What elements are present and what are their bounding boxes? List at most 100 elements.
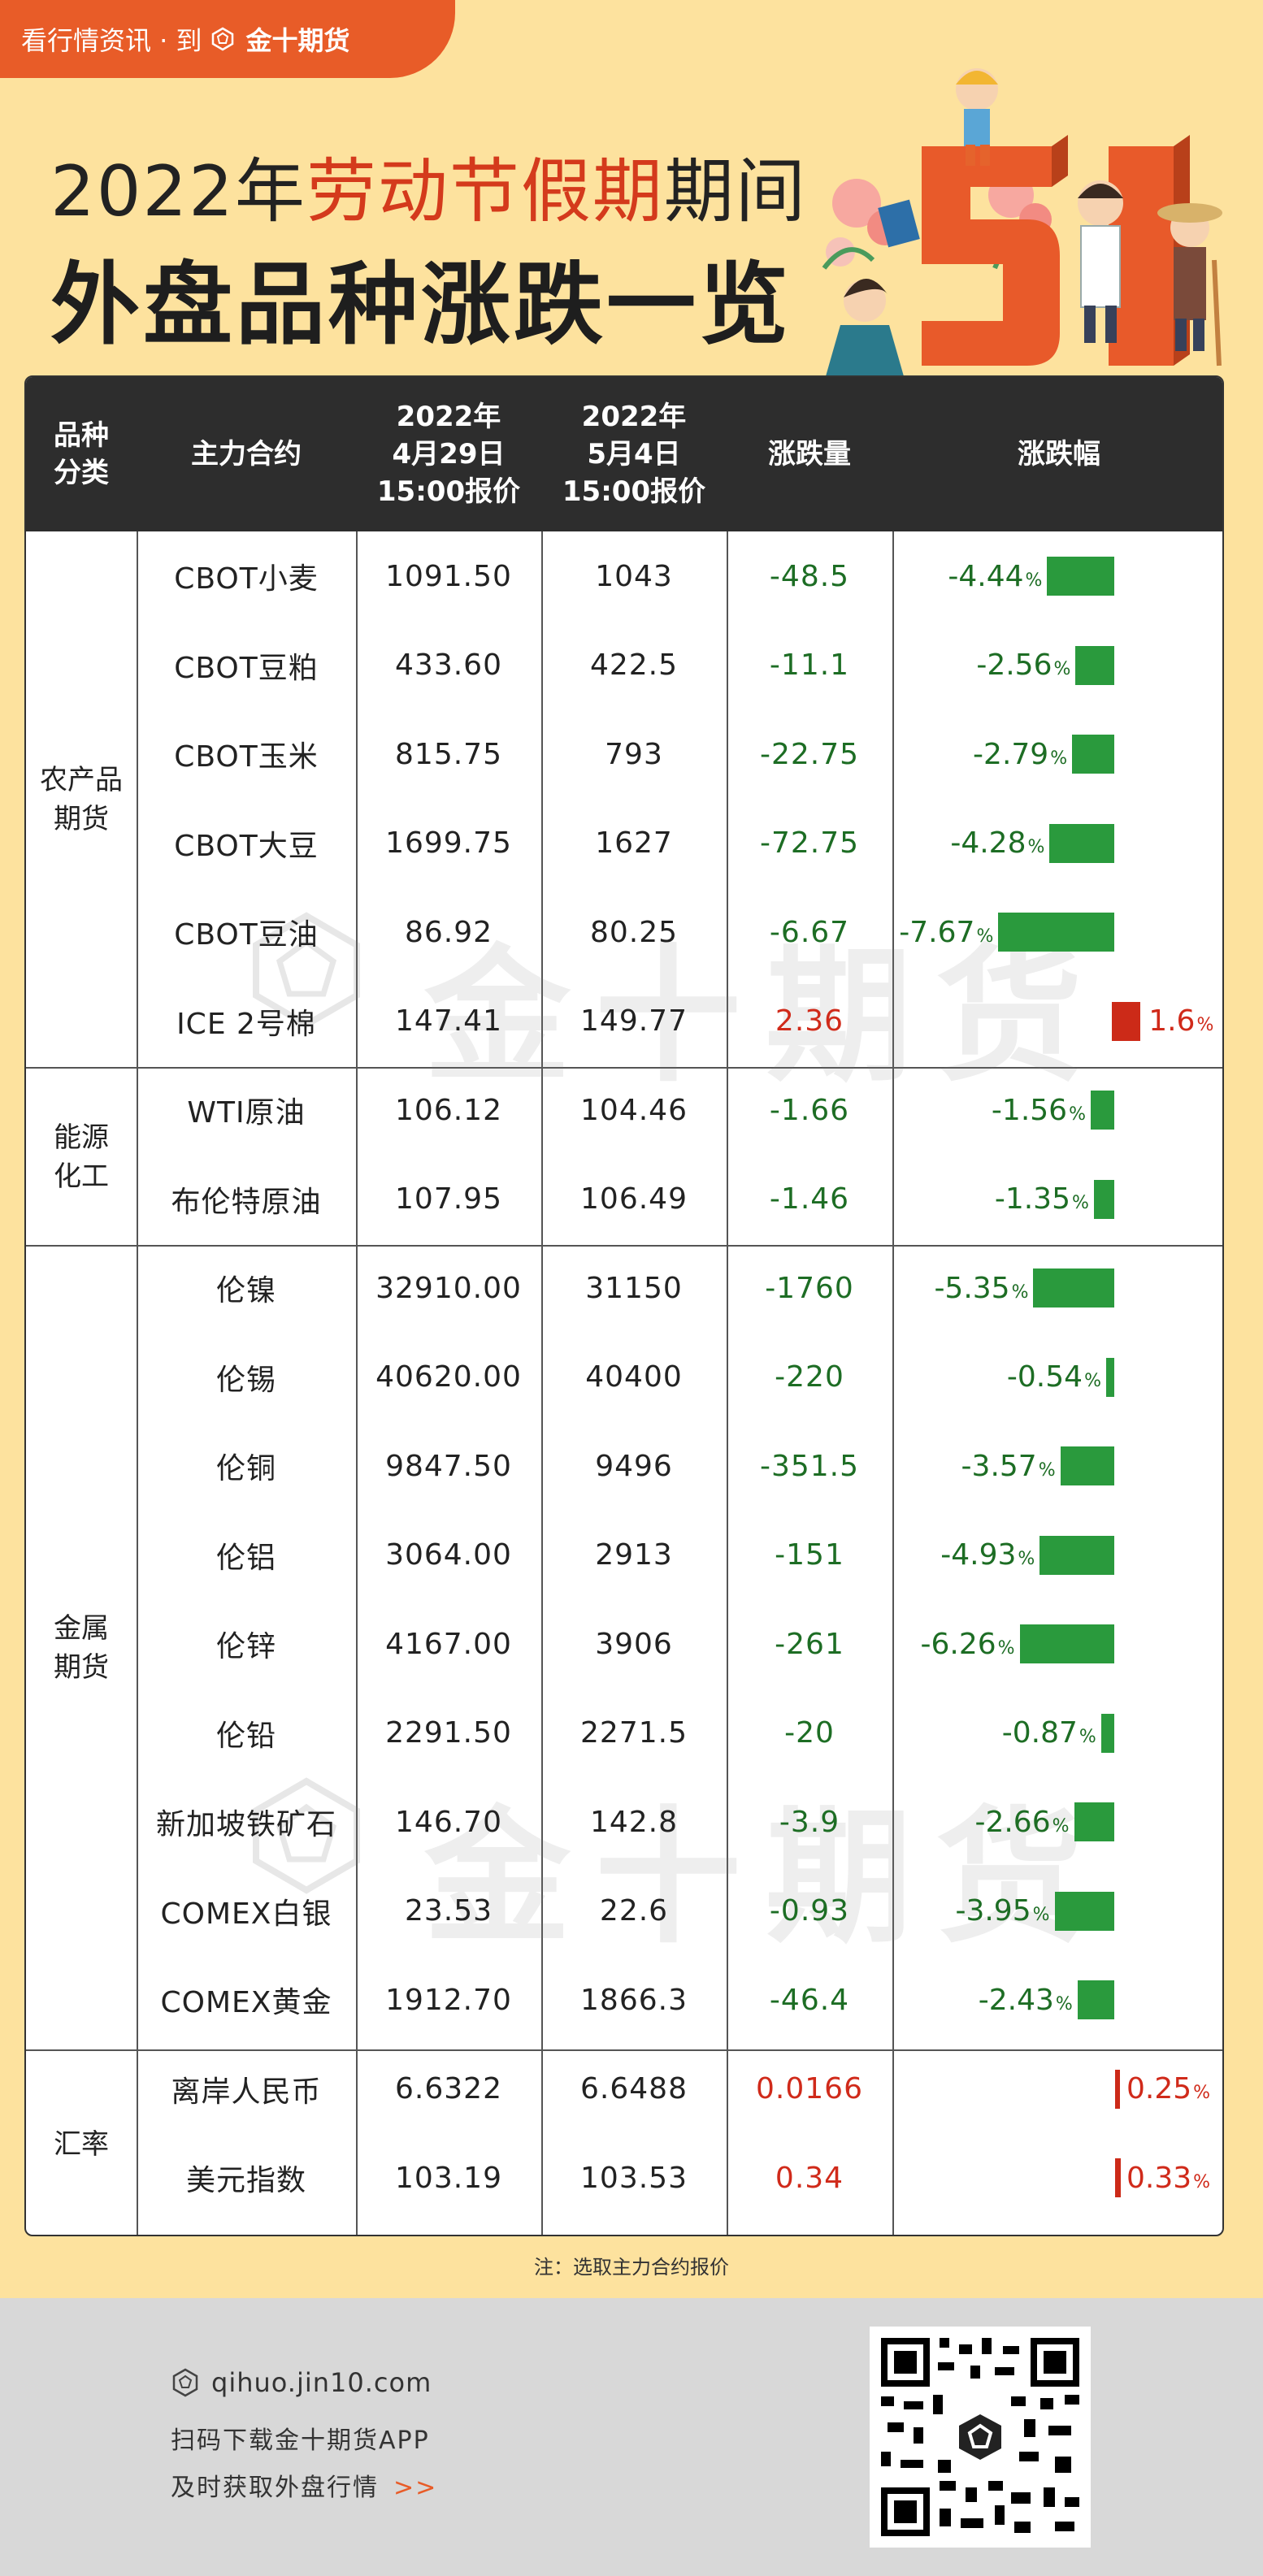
change-pct-bar [1075, 645, 1114, 685]
contract-name: CBOT玉米 [174, 740, 319, 774]
contract-name: COMEX黄金 [160, 1986, 332, 2019]
contract-name: CBOT豆油 [174, 918, 319, 952]
qr-code[interactable] [870, 2327, 1091, 2548]
change-pct-cell: -2.66% [897, 1777, 1222, 1867]
jin10-logo-icon [172, 2368, 198, 2397]
price-may4: 9496 [595, 1449, 673, 1483]
change-amount: -20 [784, 1716, 835, 1750]
table-row: 伦镍 32910.00 31150 -1760 -5.35% [26, 1243, 1222, 1333]
change-pct-cell: -4.44% [897, 531, 1222, 621]
header-price-apr29: 2022年 4月29日 15:00报价 [376, 401, 521, 508]
price-apr29: 2291.50 [385, 1716, 512, 1750]
change-pct-cell: -4.28% [897, 799, 1222, 888]
change-pct-bar [1105, 1357, 1114, 1397]
header-price-may4: 2022年 5月4日 15:00报价 [562, 401, 706, 508]
pct-value: -7.67 [899, 915, 975, 949]
pct-value: -1.56 [991, 1093, 1068, 1127]
quote-table: 品种 分类 主力合约 2022年 4月29日 15:00报价 2022年 5月4… [24, 375, 1224, 2236]
price-apr29: 1699.75 [385, 826, 512, 860]
pct-unit: % [1053, 659, 1071, 679]
contract-name: 伦铝 [215, 1541, 276, 1575]
pct-value: 0.33 [1126, 2161, 1192, 2195]
header-category: 品种 分类 [54, 419, 109, 489]
pct-value: -2.66 [974, 1805, 1051, 1839]
pct-unit: % [1050, 748, 1068, 769]
price-may4: 3906 [595, 1627, 673, 1661]
change-amount: -0.93 [769, 1894, 850, 1928]
change-pct-bar [1033, 1268, 1114, 1308]
table-row: CBOT豆粕 433.60 422.5 -11.1 -2.56% [26, 621, 1222, 710]
pct-value: -2.43 [978, 1983, 1054, 2017]
contract-name: ICE 2号棉 [176, 1007, 316, 1041]
change-pct-label: -1.56% [992, 1065, 1086, 1155]
contract-name: 伦镍 [215, 1274, 276, 1308]
change-pct-cell: -6.26% [897, 1599, 1222, 1689]
change-amount: 2.36 [775, 1004, 844, 1038]
header-contract: 主力合约 [191, 438, 302, 471]
contract-name: CBOT豆粕 [174, 651, 319, 685]
pct-unit: % [1038, 1459, 1056, 1481]
price-apr29: 433.60 [395, 648, 502, 682]
price-apr29: 106.12 [395, 1093, 502, 1127]
table-row: WTI原油 106.12 104.46 -1.66 -1.56% [26, 1065, 1222, 1155]
change-pct-bar [1074, 1802, 1114, 1841]
pct-value: -3.57 [961, 1449, 1037, 1483]
pct-value: -5.35 [934, 1271, 1010, 1305]
contract-name: 美元指数 [185, 2164, 306, 2197]
pct-unit: % [1032, 1905, 1050, 1925]
price-may4: 6.6488 [580, 2072, 688, 2105]
change-pct-label: 0.33% [1126, 2133, 1210, 2223]
site-link[interactable]: qihuo.jin10.com [171, 2367, 432, 2398]
pct-unit: % [1079, 1727, 1096, 1747]
price-may4: 149.77 [580, 1004, 688, 1038]
pct-value: -1.35 [994, 1182, 1070, 1216]
contract-name: CBOT大豆 [174, 829, 319, 863]
price-apr29: 103.19 [395, 2161, 502, 2195]
banner-text: 看行情资讯 · 到 [21, 25, 202, 56]
price-may4: 1627 [595, 826, 673, 860]
change-pct-label: -1.35% [995, 1155, 1089, 1244]
change-amount: -151 [775, 1538, 844, 1572]
change-pct-label: -4.28% [950, 799, 1044, 888]
arrows-icon: >> [393, 2474, 438, 2502]
change-amount: -261 [775, 1627, 844, 1661]
price-apr29: 1091.50 [385, 559, 512, 593]
change-pct-bar [1047, 557, 1114, 596]
table-row: 伦锡 40620.00 40400 -220 -0.54% [26, 1333, 1222, 1422]
change-pct-bar [1060, 1446, 1114, 1485]
change-pct-bar [1112, 1001, 1141, 1041]
footnote: 注：选取主力合约报价 [534, 2256, 729, 2279]
price-apr29: 146.70 [395, 1805, 502, 1839]
change-pct-bar [1049, 823, 1114, 863]
pct-value: 0.25 [1126, 2072, 1192, 2105]
change-pct-bar [1054, 1891, 1114, 1931]
change-pct-label: -5.35% [934, 1243, 1028, 1333]
price-may4: 2913 [595, 1538, 673, 1572]
contract-name: CBOT小麦 [174, 562, 319, 596]
jin10-logo-icon [211, 27, 233, 51]
contract-name: 伦锡 [215, 1363, 276, 1397]
change-pct-label: -7.67% [899, 887, 993, 977]
pct-unit: % [1052, 1815, 1070, 1837]
site-url: qihuo.jin10.com [211, 2367, 432, 2398]
change-amount: -6.67 [769, 915, 850, 949]
change-pct-bar [1115, 2158, 1122, 2197]
table-row: COMEX黄金 1912.70 1866.3 -46.4 -2.43% [26, 1955, 1222, 2045]
price-may4: 1866.3 [580, 1983, 688, 2017]
title-prefix: 2022年 [50, 151, 306, 232]
pct-value: -2.56 [976, 648, 1052, 682]
price-apr29: 32910.00 [375, 1271, 522, 1305]
change-pct-bar [1072, 735, 1114, 774]
pct-unit: % [1196, 1015, 1214, 1035]
price-apr29: 4167.00 [385, 1627, 512, 1661]
table-row: 布伦特原油 107.95 106.49 -1.46 -1.35% [26, 1155, 1222, 1244]
price-may4: 1043 [595, 559, 673, 593]
market-text: 及时获取外盘行情 >> [171, 2474, 438, 2502]
price-may4: 2271.5 [580, 1716, 688, 1750]
contract-name: 伦锌 [215, 1630, 276, 1663]
change-amount: -1760 [765, 1271, 854, 1305]
contract-name: 离岸人民币 [171, 2075, 322, 2109]
table-row: 离岸人民币 6.6322 6.6488 0.0166 0.25% [26, 2045, 1222, 2134]
table-row: COMEX白银 23.53 22.6 -0.93 -3.95% [26, 1867, 1222, 1956]
table-header: 品种 分类 主力合约 2022年 4月29日 15:00报价 2022年 5月4… [26, 377, 1222, 531]
